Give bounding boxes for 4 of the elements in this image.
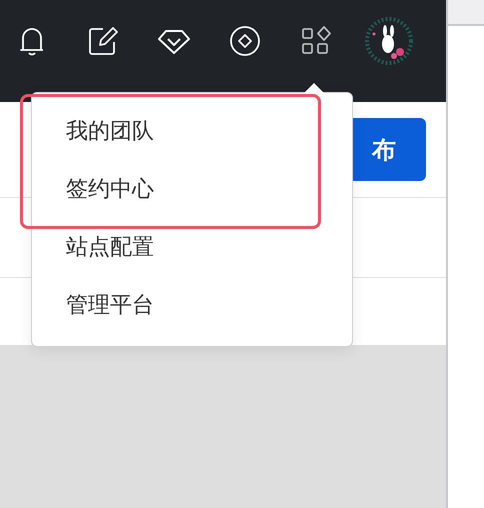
edit-icon[interactable] <box>86 24 120 58</box>
avatar-icon[interactable] <box>364 16 414 66</box>
menu-item[interactable]: 管理平台 <box>32 277 352 335</box>
menu-item[interactable]: 站点配置 <box>32 219 352 277</box>
